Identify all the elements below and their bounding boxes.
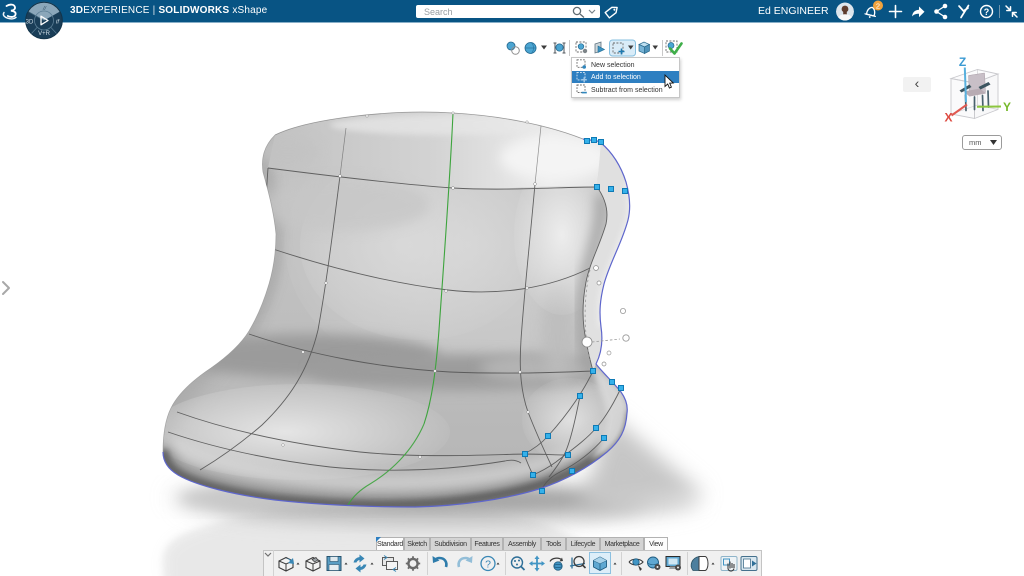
svg-text://: //: [42, 6, 47, 12]
svg-text:?: ?: [984, 7, 990, 17]
svg-text:2: 2: [876, 1, 880, 10]
svg-text:Y: Y: [1003, 100, 1011, 114]
svg-text:X: X: [944, 111, 952, 125]
svg-text:3D: 3D: [26, 20, 34, 26]
svg-text:?: ?: [485, 559, 491, 571]
svg-text:Z: Z: [959, 55, 966, 69]
svg-text:V+R: V+R: [38, 31, 51, 37]
